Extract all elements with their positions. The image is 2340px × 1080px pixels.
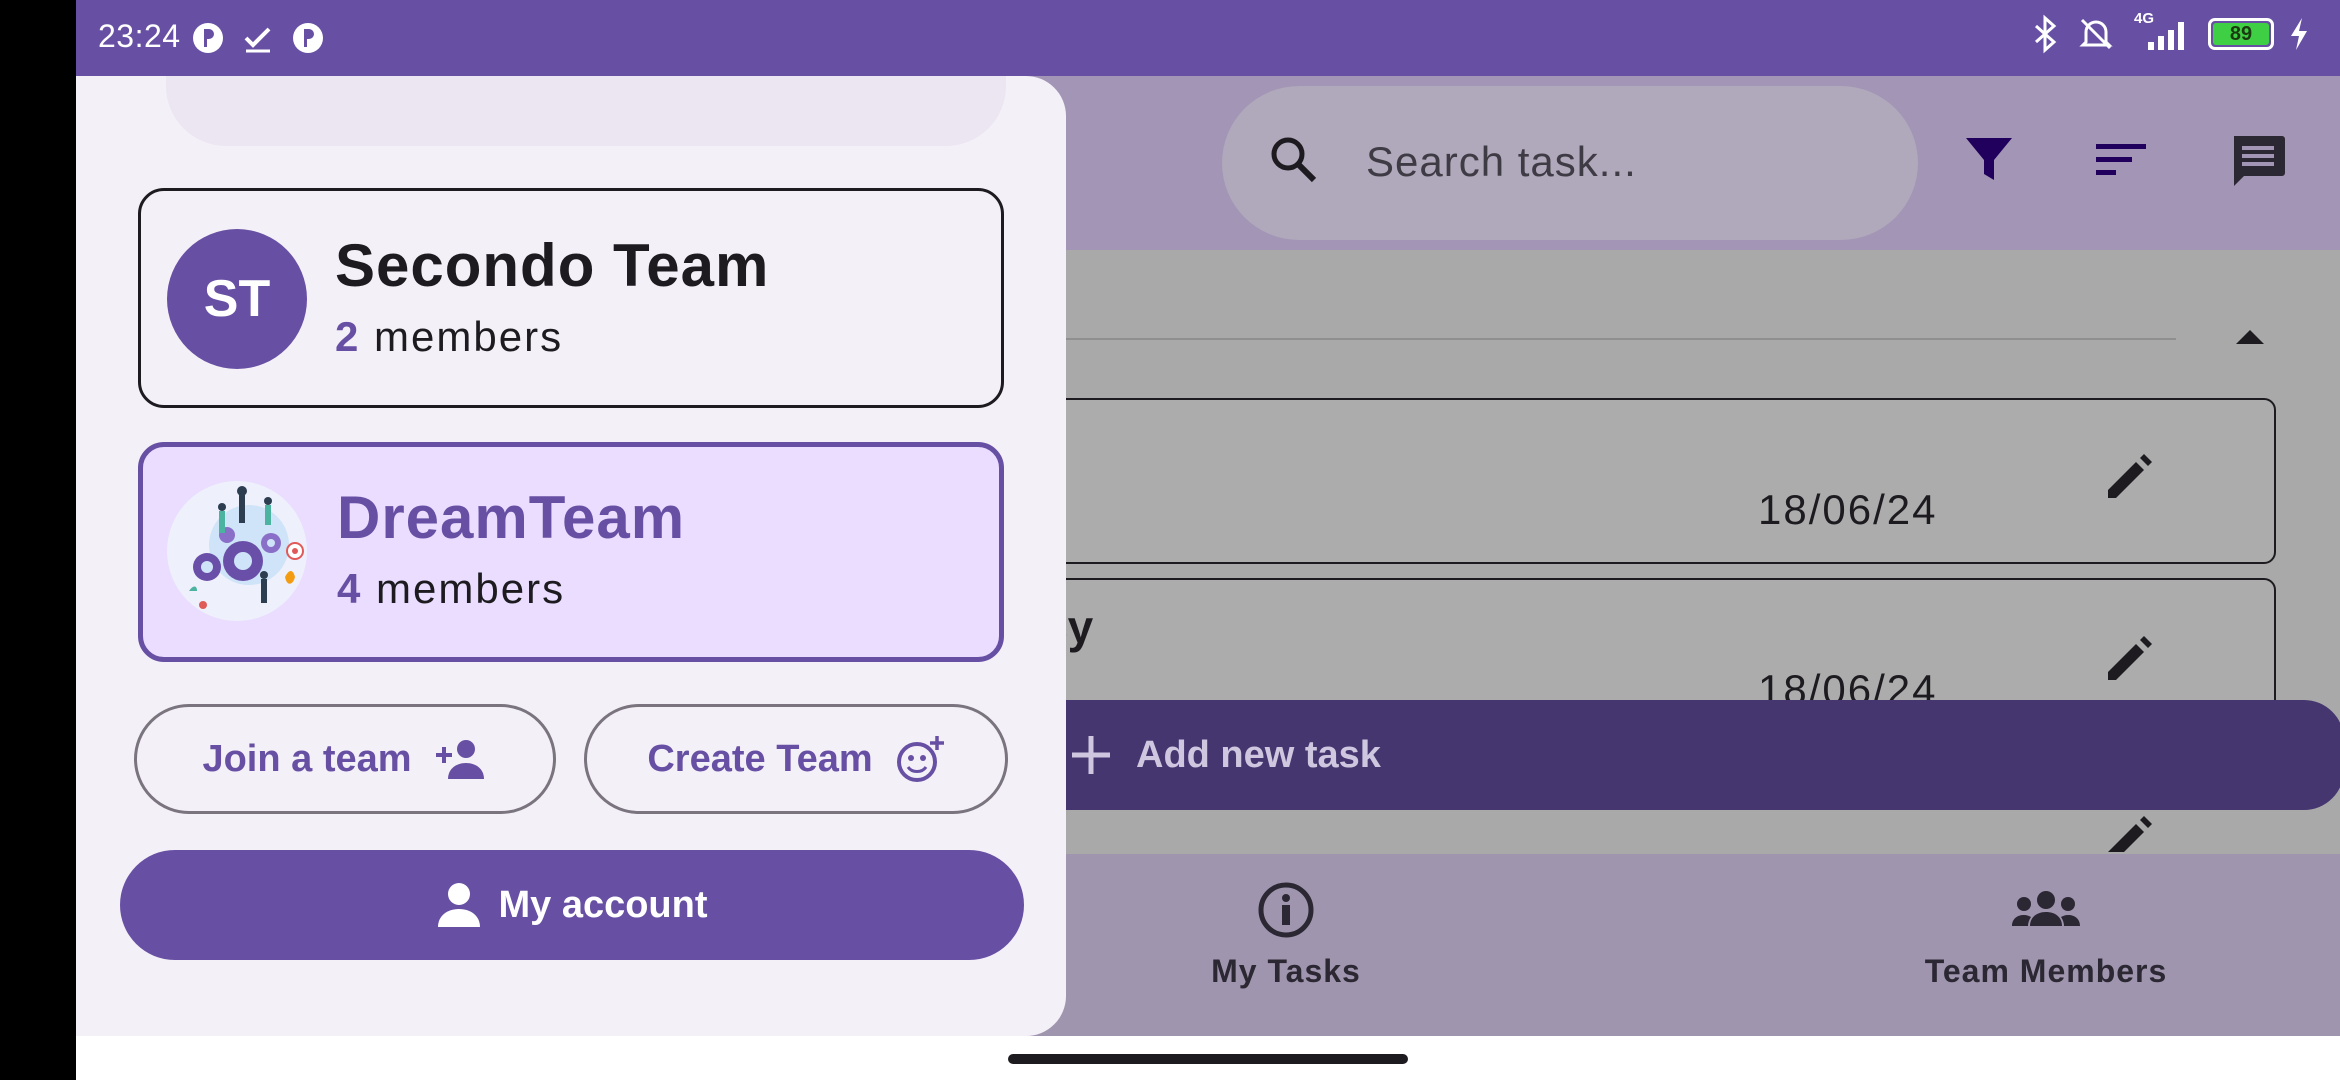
add-task-label: Add new task <box>1136 734 1381 776</box>
search-input[interactable]: Search task... <box>1366 138 1637 186</box>
status-notifications <box>190 20 326 56</box>
status-bar: 23:24 4G 89 <box>76 0 2340 76</box>
team-drawer: ST Secondo Team 2 members DreamTeam 4 me… <box>76 76 1066 1036</box>
filter-icon[interactable] <box>1962 132 2016 186</box>
chat-icon[interactable] <box>2228 132 2288 190</box>
bell-muted-icon <box>2079 18 2113 50</box>
battery-icon: 89 <box>2208 18 2274 50</box>
my-account-label: My account <box>498 883 708 926</box>
member-word: members <box>376 565 566 612</box>
member-word: members <box>374 313 564 360</box>
member-count: 4 <box>337 565 363 612</box>
create-team-button[interactable]: Create Team <box>584 704 1008 814</box>
nav-my-tasks[interactable]: My Tasks <box>1136 880 1436 990</box>
team-name: DreamTeam <box>337 484 686 551</box>
charging-icon <box>2291 18 2307 50</box>
join-team-button[interactable]: Join a team <box>134 704 556 814</box>
team-name: Secondo Team <box>335 232 770 299</box>
phone-screen: 23:24 4G 89 Search task... 18/06/24 cy 1… <box>76 0 2340 1080</box>
app-notification-icon <box>293 23 323 53</box>
edit-icon[interactable] <box>2100 812 2156 854</box>
signal-group: 4G <box>2130 10 2194 54</box>
member-count: 2 <box>335 313 361 360</box>
status-time: 23:24 <box>98 18 181 54</box>
nav-label: My Tasks <box>1211 953 1361 989</box>
team-avatar: ST <box>167 229 307 369</box>
bluetooth-icon <box>2035 14 2057 54</box>
edit-icon[interactable] <box>2100 450 2156 506</box>
signal-icon <box>2148 22 2184 50</box>
task-date: 18/06/24 <box>1758 486 1938 533</box>
person-icon <box>438 883 481 927</box>
team-card-secondo[interactable]: ST Secondo Team 2 members <box>138 188 1004 408</box>
team-member-count: 4 members <box>337 565 565 613</box>
join-team-label: Join a team <box>202 737 412 780</box>
check-icon <box>244 27 271 53</box>
add-reaction-icon <box>896 736 944 782</box>
team-card-dreamteam[interactable]: DreamTeam 4 members <box>138 442 1004 662</box>
team-avatar-image <box>167 481 307 621</box>
edit-icon[interactable] <box>2100 632 2156 688</box>
status-system-icons: 4G 89 <box>2028 10 2310 54</box>
section-divider <box>1066 338 2176 340</box>
person-add-icon <box>435 740 484 779</box>
nav-team-members[interactable]: Team Members <box>1866 880 2226 990</box>
plus-icon <box>1072 736 1110 774</box>
gesture-area <box>76 1036 2340 1080</box>
group-icon <box>2012 891 2080 926</box>
app-notification-icon <box>193 23 223 53</box>
info-icon <box>1258 882 1314 938</box>
home-gesture-bar[interactable] <box>1008 1054 1408 1064</box>
my-account-button[interactable]: My account <box>120 850 1024 960</box>
create-team-label: Create Team <box>647 737 873 780</box>
collapse-arrow-icon[interactable] <box>2236 330 2264 344</box>
nav-label: Team Members <box>1924 953 2168 989</box>
task-card[interactable] <box>996 398 2276 564</box>
search-icon <box>1271 137 1317 183</box>
battery-level: 89 <box>2229 23 2253 45</box>
sort-icon[interactable] <box>2092 132 2150 186</box>
team-member-count: 2 members <box>335 313 563 361</box>
drawer-scroll-edge <box>166 76 1006 146</box>
